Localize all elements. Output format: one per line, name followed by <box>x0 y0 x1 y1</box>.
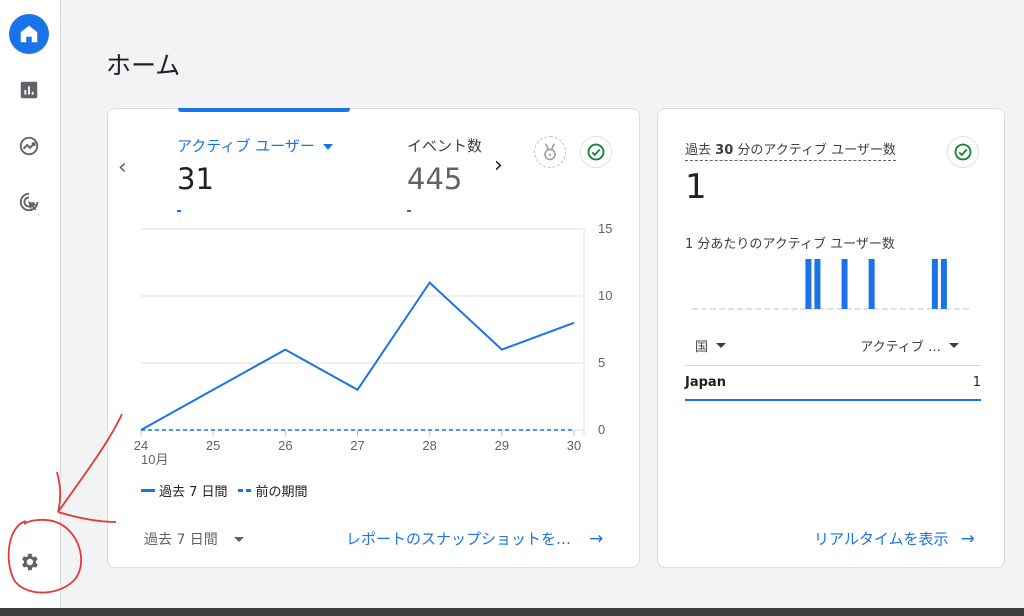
row-value-bar <box>685 399 981 401</box>
realtime-bar <box>931 259 938 309</box>
x-tick-label: 26 <box>278 438 292 453</box>
view-snapshot-link[interactable]: レポートのスナップショットを… → <box>346 528 603 549</box>
realtime-label-num: 30 <box>715 143 734 158</box>
line-chart: 0 5 10 15 24 25 26 27 28 29 30 10月 <box>134 221 613 467</box>
chart-legend: 過去 7 日間 前の期間 <box>141 481 308 500</box>
legend-swatch-solid <box>141 489 155 492</box>
country-column-label: 国 <box>695 340 709 355</box>
view-realtime-link[interactable]: リアルタイムを表示 → <box>814 528 975 549</box>
realtime-card: 過去 30 分のアクティブ ユーザー数 1 1 分あたりのアクティブ ユーザー数… <box>657 108 1005 568</box>
legend-swatch-dashed <box>237 489 252 492</box>
gear-icon <box>22 553 38 571</box>
realtime-bar <box>868 259 875 309</box>
legend-current: 過去 7 日間 <box>159 485 228 500</box>
x-month-label: 10月 <box>141 452 168 467</box>
realtime-value: 1 <box>685 167 707 207</box>
legend-previous: 前の期間 <box>255 485 308 500</box>
nav-reports-button[interactable] <box>9 70 49 110</box>
date-range-select[interactable]: 過去 7 日間 <box>144 529 244 549</box>
realtime-bar <box>814 259 821 309</box>
realtime-label-prefix: 過去 <box>685 143 712 158</box>
caret-down-icon <box>949 343 959 348</box>
table-divider <box>685 365 981 366</box>
nav-home-button[interactable] <box>9 14 49 54</box>
arrow-right-icon: → <box>960 528 975 549</box>
x-tick-label: 30 <box>567 438 581 453</box>
realtime-status-button[interactable] <box>947 136 979 168</box>
bar-chart-icon <box>20 81 38 99</box>
caret-down-icon <box>716 343 727 348</box>
x-tick-label: 28 <box>422 438 436 453</box>
row-value: 1 <box>972 375 981 390</box>
home-icon <box>20 25 38 43</box>
caret-down-icon <box>233 536 244 542</box>
trend-icon <box>19 136 39 156</box>
x-tick-label: 24 <box>134 438 148 453</box>
y-tick-label: 10 <box>598 288 612 303</box>
realtime-bar <box>940 259 947 309</box>
x-tick-label: 27 <box>350 438 364 453</box>
nav-advertising-button[interactable] <box>9 182 49 222</box>
realtime-bar <box>841 259 848 309</box>
date-range-value: 過去 7 日間 <box>144 532 218 548</box>
metric-column-label: アクティブ … <box>860 340 941 355</box>
x-tick-label: 25 <box>206 438 220 453</box>
check-circle-icon <box>954 143 972 161</box>
snapshot-link-label: レポートのスナップショットを… <box>346 530 572 548</box>
y-tick-label: 15 <box>598 221 612 236</box>
realtime-link-label: リアルタイムを表示 <box>814 530 949 548</box>
page-title: ホーム <box>106 51 181 80</box>
overview-card: ‹ アクティブ ユーザー 31 イベント数 445 › ✦ 0 5 10 15 24 25… <box>107 108 640 568</box>
series-line-current <box>140 281 575 431</box>
realtime-bar <box>805 259 812 309</box>
left-nav-rail <box>0 0 61 616</box>
table-row[interactable]: Japan 1 <box>685 375 981 390</box>
settings-button[interactable] <box>9 542 49 582</box>
country-column-select[interactable]: 国 <box>695 336 727 355</box>
taskbar-strip <box>0 608 1024 616</box>
realtime-table-header: 国 アクティブ … <box>695 336 959 355</box>
realtime-label[interactable]: 過去 30 分のアクティブ ユーザー数 <box>685 139 896 161</box>
x-tick-label: 29 <box>495 438 509 453</box>
realtime-per-minute-label: 1 分あたりのアクティブ ユーザー数 <box>685 237 895 252</box>
nav-explore-button[interactable] <box>9 126 49 166</box>
analytics-app: ホーム ‹ アクティブ ユーザー 31 イベント数 445 › ✦ 0 5 10 15… <box>0 0 1024 616</box>
y-tick-label: 5 <box>598 355 605 370</box>
row-country: Japan <box>685 375 726 390</box>
realtime-label-suffix: 分のアクティブ ユーザー数 <box>737 143 896 158</box>
realtime-bar-chart <box>692 259 969 310</box>
y-tick-label: 0 <box>598 422 605 437</box>
target-cursor-icon <box>19 192 39 212</box>
arrow-right-icon: → <box>589 528 604 549</box>
metric-column-select[interactable]: アクティブ … <box>860 336 959 355</box>
